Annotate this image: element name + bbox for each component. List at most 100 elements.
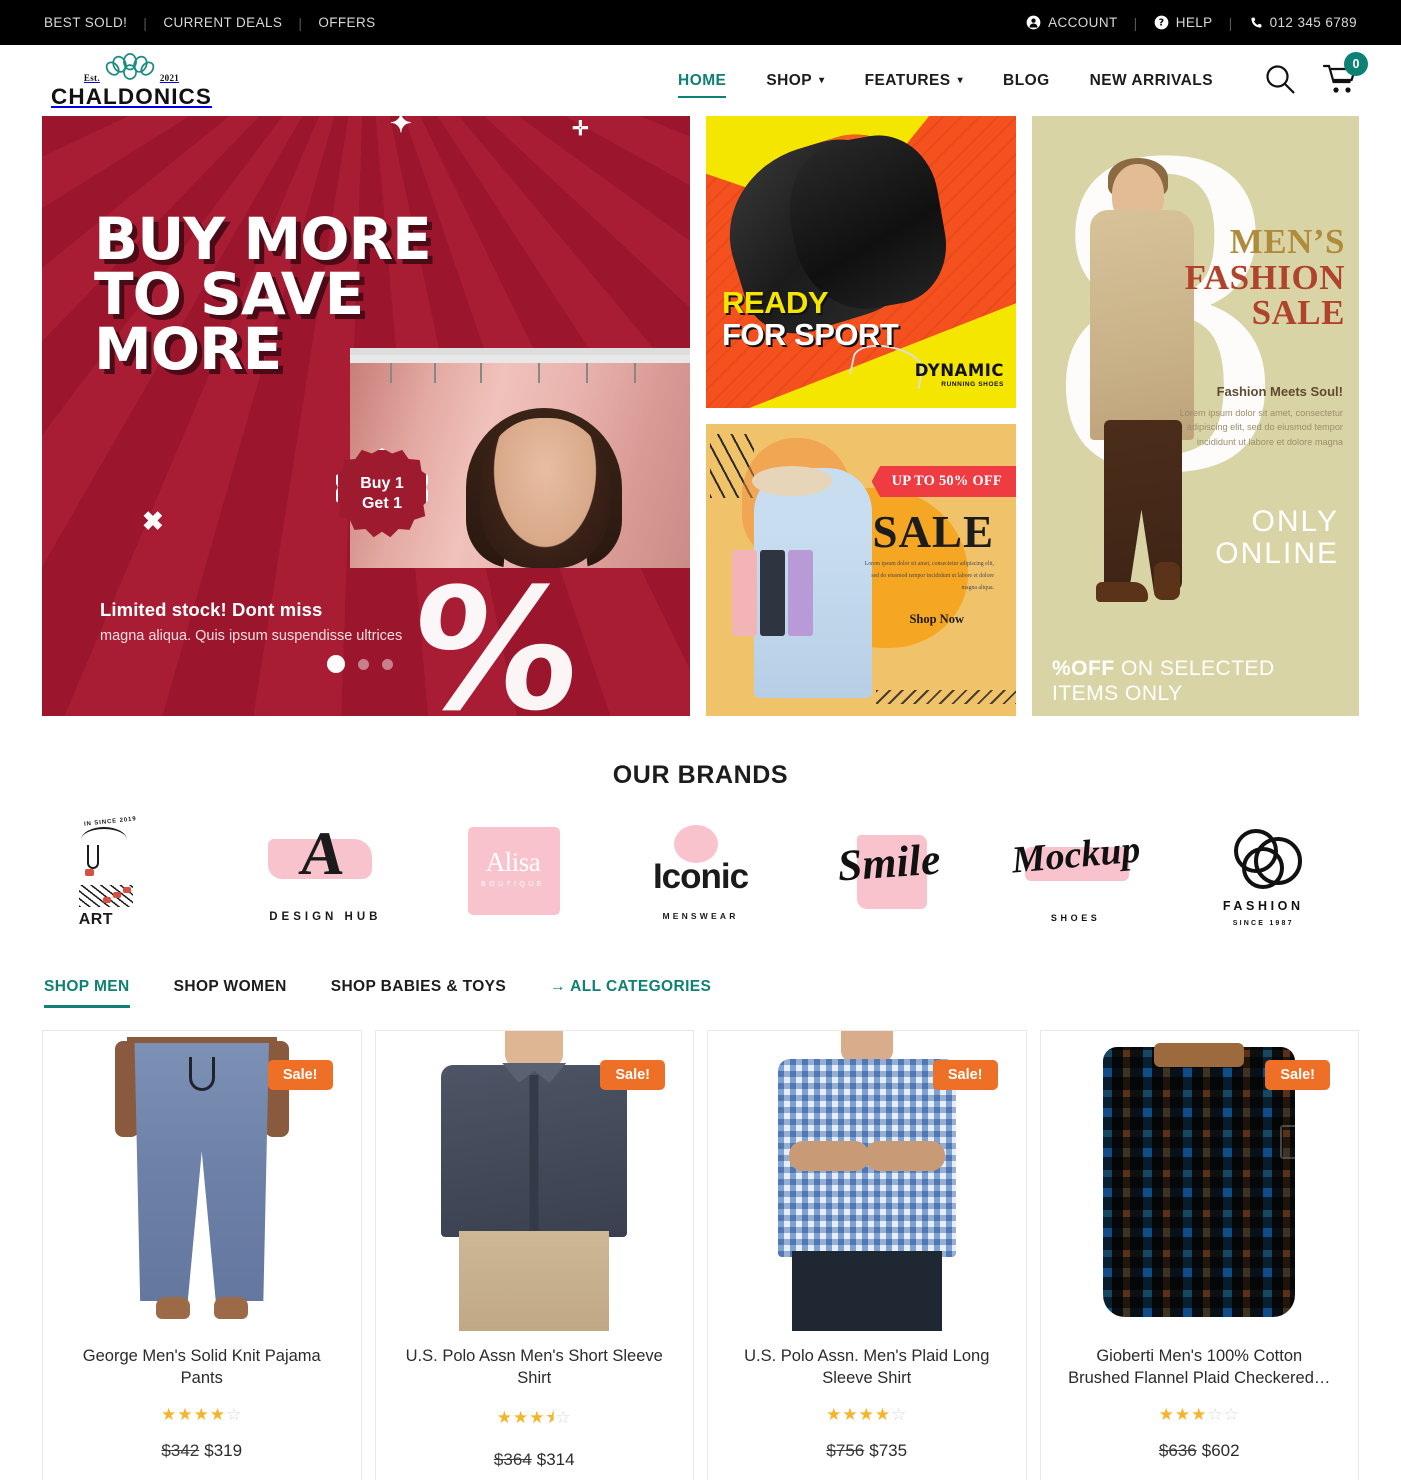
brand-mockup-sub: SHOES (1050, 913, 1101, 923)
tab-shop-men[interactable]: SHOP MEN (44, 960, 152, 1014)
phone-number: 012 345 6789 (1269, 15, 1357, 30)
product-title[interactable]: Gioberti Men's 100% Cotton Brushed Flann… (1041, 1345, 1359, 1391)
promo-tile-sale[interactable]: UP TO 50% OFF SALE Lorem ipsum dolor sit… (706, 424, 1016, 716)
sparkle-icon: ✖ (142, 506, 164, 536)
model-shoe-right (1154, 562, 1180, 600)
product-title[interactable]: U.S. Polo Assn Men's Short Sleeve Shirt (376, 1345, 694, 1391)
product-image[interactable]: Sale! (708, 1031, 1026, 1331)
sparkle-icon: ✛ (572, 118, 589, 140)
brand-logo-art[interactable]: IN SINCE 2019 ART (44, 815, 232, 935)
chevron-down-icon: ▾ (819, 74, 825, 86)
nav-label: BLOG (1003, 71, 1050, 89)
brand-art-sub: IN SINCE 2019 (83, 816, 137, 828)
top-link-current-deals[interactable]: CURRENT DEALS (163, 15, 282, 30)
sparkle-icon: ✦ (390, 116, 412, 138)
product-card[interactable]: Sale! U.S. Polo Assn. Men's Plaid Long S… (707, 1030, 1027, 1480)
cart-count-badge: 0 (1344, 52, 1368, 76)
product-image[interactable]: Sale! (43, 1031, 361, 1331)
clothes-rack (350, 355, 690, 363)
hook-icon (86, 845, 99, 869)
promo-tile-sport[interactable]: READY FOR SPORT DYNAMIC RUNNING SHOES (706, 116, 1016, 408)
percent-symbol: % (401, 552, 591, 716)
hero-carousel-banner[interactable]: ✦ ✛ BUY MORE TO SAVE MORE Buy 1 Get 1 ✖ … (42, 116, 690, 716)
product-image[interactable]: Sale! (375, 1031, 693, 1331)
product-price: $756 $735 (708, 1441, 1026, 1461)
chevron-down-icon: ▾ (957, 74, 964, 86)
product-new-price: $314 (536, 1450, 575, 1469)
help-link[interactable]: ? HELP (1154, 15, 1213, 30)
only-online-line2: ONLINE (1215, 537, 1339, 571)
nav-label: HOME (678, 71, 727, 89)
search-icon[interactable] (1263, 62, 1297, 99)
shop-now-link[interactable]: Shop Now (909, 612, 964, 627)
cart-icon[interactable]: 0 (1322, 52, 1368, 98)
tab-shop-women[interactable]: SHOP WOMEN (152, 960, 309, 1014)
phone-link[interactable]: 012 345 6789 (1249, 15, 1357, 30)
dynamic-brand-logo: DYNAMIC RUNNING SHOES (915, 361, 1004, 388)
top-link-best-sold[interactable]: BEST SOLD! (44, 15, 127, 30)
brand-logo-design-hub[interactable]: A DESIGN HUB (232, 815, 420, 935)
brand-iconic-name: Iconic (652, 857, 749, 896)
product-price: $636 $602 (1041, 1441, 1359, 1461)
sale-description: Lorem ipsum dolor sit amet, consectetur … (864, 561, 994, 592)
product-card[interactable]: Sale! U.S. Polo Assn Men's Short Sleeve … (374, 1030, 694, 1480)
tab-shop-babies-toys[interactable]: SHOP BABIES & TOYS (309, 960, 528, 1014)
mens-title-line2: FASHION (1184, 257, 1345, 297)
mens-bottom-percent: %OFF (1052, 656, 1115, 680)
help-label: HELP (1175, 15, 1213, 30)
brand-fashion-sub: SINCE 1987 (1232, 920, 1294, 927)
nav-label: SHOP (766, 71, 813, 89)
svg-text:?: ? (1158, 18, 1164, 29)
sport-line-1: READY (722, 285, 829, 320)
nav-item-home[interactable]: HOME (658, 61, 746, 101)
product-image[interactable]: Sale! (1040, 1031, 1358, 1331)
only-online-text: ONLY ONLINE (1215, 505, 1339, 571)
account-label: ACCOUNT (1048, 15, 1118, 30)
brand-alisa-sub: BOUTIQUE (481, 881, 545, 888)
product-card[interactable]: Sale! Gioberti Men's 100% Cotton Brushed… (1039, 1030, 1359, 1480)
sun-hat (752, 466, 832, 496)
brand-logo-fashion[interactable]: FASHION SINCE 1987 (1169, 815, 1357, 935)
nav-item-new-arrivals[interactable]: NEW ARRIVALS (1070, 61, 1233, 101)
site-logo[interactable]: Est. 2021 CHALDONICS (44, 51, 219, 110)
nav-item-blog[interactable]: BLOG (983, 61, 1070, 101)
brand-fashion-name: FASHION (1222, 899, 1304, 913)
divider: | (1133, 14, 1138, 31)
brand-alisa-name: Alisa (485, 847, 541, 877)
carousel-dot-3[interactable] (382, 658, 393, 670)
divider: | (298, 14, 303, 31)
mens-description: Lorem ipsum dolor sit amet, consectetur … (1179, 408, 1343, 447)
brush-strokes-icon (78, 885, 133, 907)
carousel-dot-1[interactable] (327, 655, 345, 673)
nav-item-features[interactable]: FEATURES ▾ (845, 61, 983, 101)
sale-badge: Sale! (1265, 1060, 1330, 1090)
product-title[interactable]: U.S. Polo Assn. Men's Plaid Long Sleeve … (708, 1345, 1026, 1391)
sale-badge: Sale! (600, 1060, 665, 1090)
shopping-bags (732, 550, 813, 636)
dynamic-brand-name: DYNAMIC (914, 361, 1004, 380)
product-rating: ★★★⯨☆ (496, 1408, 572, 1427)
sport-line-2: FOR SPORT (722, 317, 899, 352)
hero-caption: Limited stock! Dont miss magna aliqua. Q… (100, 599, 402, 644)
logo-wordmark: CHALDONICS (51, 84, 212, 109)
mens-bottom-note: %OFF ON SELECTED ITEMS ONLY (1052, 656, 1275, 706)
carousel-dots[interactable] (327, 655, 393, 673)
tab-all-categories[interactable]: → ALL CATEGORIES (528, 960, 733, 1014)
account-link[interactable]: ACCOUNT (1026, 15, 1118, 30)
carousel-dot-2[interactable] (358, 658, 369, 670)
top-link-offers[interactable]: OFFERS (318, 15, 375, 30)
brand-logo-alisa[interactable]: Alisa BOUTIQUE (419, 815, 607, 935)
product-title[interactable]: George Men's Solid Knit Pajama Pants (43, 1345, 361, 1391)
promo-tile-mens-fashion[interactable]: 8 MEN’S FASHION SALE Fashion Meets Soul!… (1032, 116, 1359, 716)
brand-logo-mockup[interactable]: Mockup SHOES (982, 815, 1170, 935)
brand-logo-iconic[interactable]: Iconic MENSWEAR (607, 815, 795, 935)
product-rating: ★★★★☆ (161, 1405, 243, 1424)
model-face (480, 418, 610, 568)
header-actions: 0 (1263, 52, 1368, 99)
product-card[interactable]: Sale! George Men's Solid Knit Pajama Pan… (42, 1030, 362, 1480)
site-header: Est. 2021 CHALDONICS HOME SHOP ▾ FEATURE… (0, 45, 1401, 116)
product-rating: ★★★☆☆ (1158, 1405, 1240, 1424)
product-rating: ★★★★☆ (826, 1405, 908, 1424)
brand-logo-smile[interactable]: Smile (794, 815, 982, 935)
nav-item-shop[interactable]: SHOP ▾ (746, 61, 844, 101)
